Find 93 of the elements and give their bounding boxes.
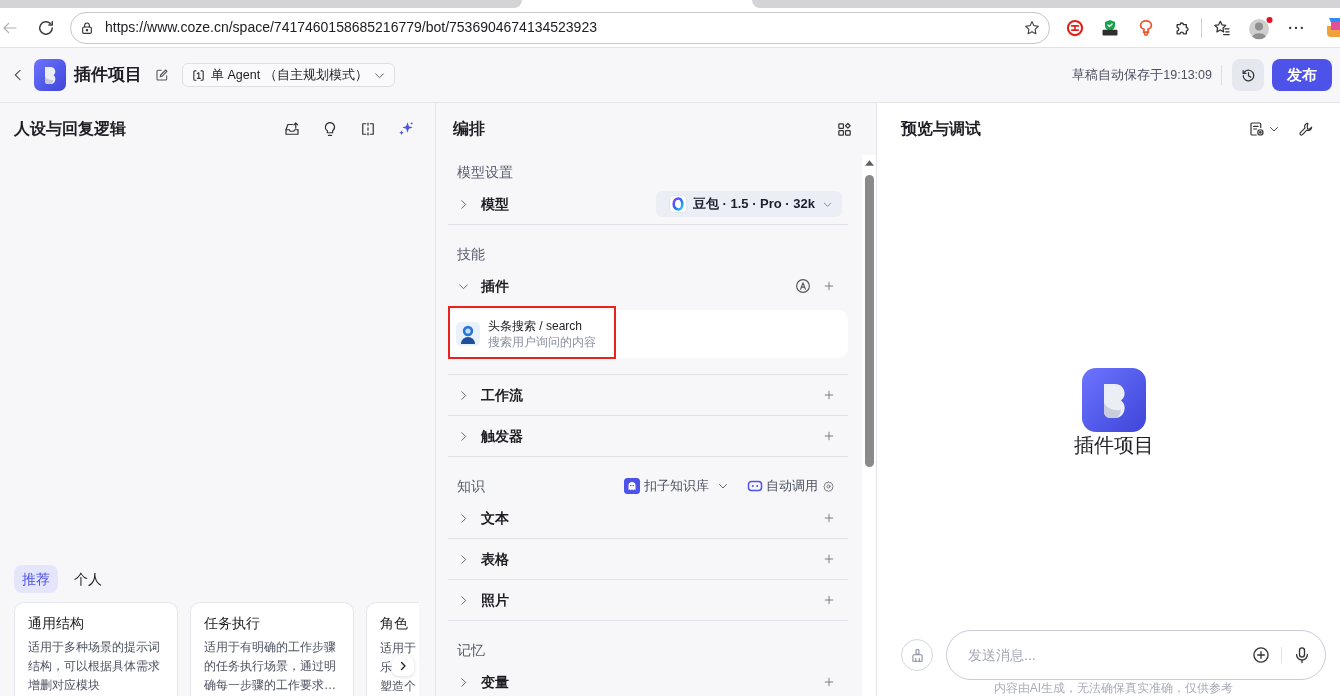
template-description: 适用于有明确的工作步骤 的任务执行场景，通过明 确每一步骤的工作要求… <box>204 639 336 694</box>
plugin-description: 搜索用户询问的内容 <box>488 334 596 350</box>
plus-icon <box>822 429 836 443</box>
shield-icon[interactable] <box>1100 17 1120 38</box>
grid-icon <box>835 120 853 138</box>
history-button[interactable] <box>1232 59 1264 91</box>
plus-icon <box>822 388 836 402</box>
circled-a-icon <box>794 277 812 295</box>
numbered-box-icon <box>191 67 206 83</box>
section-label: 技能 <box>457 244 485 264</box>
plus-circle-icon <box>1251 645 1271 665</box>
b-logo-icon <box>34 59 66 91</box>
agent-mode-label: 单 Agent （自主规划模式） <box>211 66 368 84</box>
call-mode-label: 自动调用 <box>766 477 818 495</box>
wrench-icon <box>1297 120 1315 138</box>
profile-avatar-icon[interactable] <box>1247 15 1273 40</box>
template-card[interactable]: 通用结构 适用于多种场景的提示词 结构，可以根据具体需求 增删对应模块 <box>14 602 178 696</box>
add-button[interactable] <box>822 429 836 443</box>
document-gear-icon <box>1248 120 1266 138</box>
colorful-logo-icon[interactable] <box>1326 16 1340 39</box>
add-button[interactable] <box>822 593 836 607</box>
add-button[interactable] <box>822 552 836 566</box>
row-label[interactable]: 文本 <box>481 507 509 529</box>
plus-icon <box>822 675 836 689</box>
template-title: 角色 <box>380 614 408 633</box>
add-button[interactable] <box>822 511 836 525</box>
row-label[interactable]: 照片 <box>481 589 509 611</box>
section-label: 模型设置 <box>457 162 513 182</box>
template-title: 通用结构 <box>28 614 84 633</box>
template-description: 适用于多种场景的提示词 结构，可以根据具体需求 增删对应模块 <box>28 639 160 694</box>
message-input-box[interactable]: 发送消息... <box>946 630 1326 680</box>
knowledge-source-dropdown[interactable]: 扣子知识库 <box>624 475 729 497</box>
template-tab[interactable]: 个人 <box>66 565 110 593</box>
attach-button[interactable] <box>1251 645 1271 665</box>
autosave-status: 草稿自动保存于19:13:09 <box>1072 66 1212 84</box>
address-bar[interactable]: https://www.coze.cn/space/7417460158685216779/bot/7536904674134523923 <box>70 11 1050 44</box>
row-label[interactable]: 变量 <box>481 671 509 693</box>
tray-upload-icon <box>283 120 301 138</box>
template-description: 适用于 <box>380 639 416 656</box>
lock-icon <box>79 19 95 36</box>
template-card[interactable]: 角色 适用于 乐 塑造个 <box>366 602 419 696</box>
section-label: 知识 <box>457 476 485 496</box>
auto-mode-button[interactable] <box>794 277 812 295</box>
section-label: 记忆 <box>457 640 485 660</box>
add-button[interactable] <box>822 279 836 293</box>
model-name: 豆包 · 1.5 · Pro · 32k <box>692 195 815 214</box>
scroll-up-icon[interactable] <box>864 160 874 166</box>
robot-face-icon <box>747 478 763 494</box>
plugin-name: 头条搜索 / search <box>488 318 584 334</box>
next-button[interactable] <box>392 656 414 676</box>
call-mode-button[interactable]: 自动调用 <box>747 475 835 497</box>
gradient-ring-icon <box>668 195 687 213</box>
split-columns-icon <box>359 120 377 138</box>
template-description: 塑造个 <box>380 677 416 694</box>
template-card[interactable]: 任务执行 适用于有明确的工作步骤 的任务执行场景，通过明 确每一步骤的工作要求… <box>190 602 354 696</box>
row-label[interactable]: 工作流 <box>481 384 523 406</box>
panel-title: 预览与调试 <box>901 119 981 139</box>
ghost-icon <box>624 478 640 494</box>
plus-icon <box>822 511 836 525</box>
add-button[interactable] <box>822 388 836 402</box>
panel-title: 编排 <box>453 119 485 139</box>
layout-button[interactable] <box>835 120 853 138</box>
add-button[interactable] <box>822 675 836 689</box>
ring-icon[interactable] <box>1065 17 1085 38</box>
debug-settings-button[interactable] <box>1248 120 1280 138</box>
template-title: 任务执行 <box>204 614 260 633</box>
person-icon <box>456 322 480 346</box>
model-selector[interactable]: 豆包 · 1.5 · Pro · 32k <box>655 191 842 217</box>
gear-icon <box>822 479 835 493</box>
message-input-field[interactable]: 发送消息... <box>968 643 1251 667</box>
publish-button[interactable]: 发布 <box>1272 59 1332 91</box>
row-label[interactable]: 表格 <box>481 548 509 570</box>
wrench-button[interactable] <box>1297 120 1315 138</box>
agent-mode-dropdown[interactable]: 单 Agent （自主规划模式） <box>182 63 395 87</box>
plus-icon <box>822 552 836 566</box>
row-label[interactable]: 模型 <box>481 193 509 215</box>
b-logo-icon <box>1081 368 1146 432</box>
edit-icon[interactable] <box>154 67 170 83</box>
disclaimer-text: 内容由AI生成，无法确保真实准确，仅供参考 <box>993 680 1234 696</box>
bot-title: 插件项目 <box>74 64 142 87</box>
row-label[interactable]: 插件 <box>481 275 509 297</box>
url-text: https://www.coze.cn/space/7417460158685216779/bot/7536904674134523923 <box>105 18 597 37</box>
plus-icon <box>822 279 836 293</box>
scrollbar-thumb[interactable] <box>864 175 874 467</box>
row-label[interactable]: 触发器 <box>481 425 523 447</box>
star-icon[interactable] <box>1023 18 1041 37</box>
bot-name: 插件项目 <box>1073 433 1154 458</box>
panel-title: 人设与回复逻辑 <box>14 119 126 139</box>
template-description: 乐 <box>380 658 392 675</box>
sparkle-icon <box>397 120 415 138</box>
plus-icon <box>822 593 836 607</box>
knowledge-source-label: 扣子知识库 <box>644 477 709 495</box>
template-tab[interactable]: 推荐 <box>14 565 58 593</box>
